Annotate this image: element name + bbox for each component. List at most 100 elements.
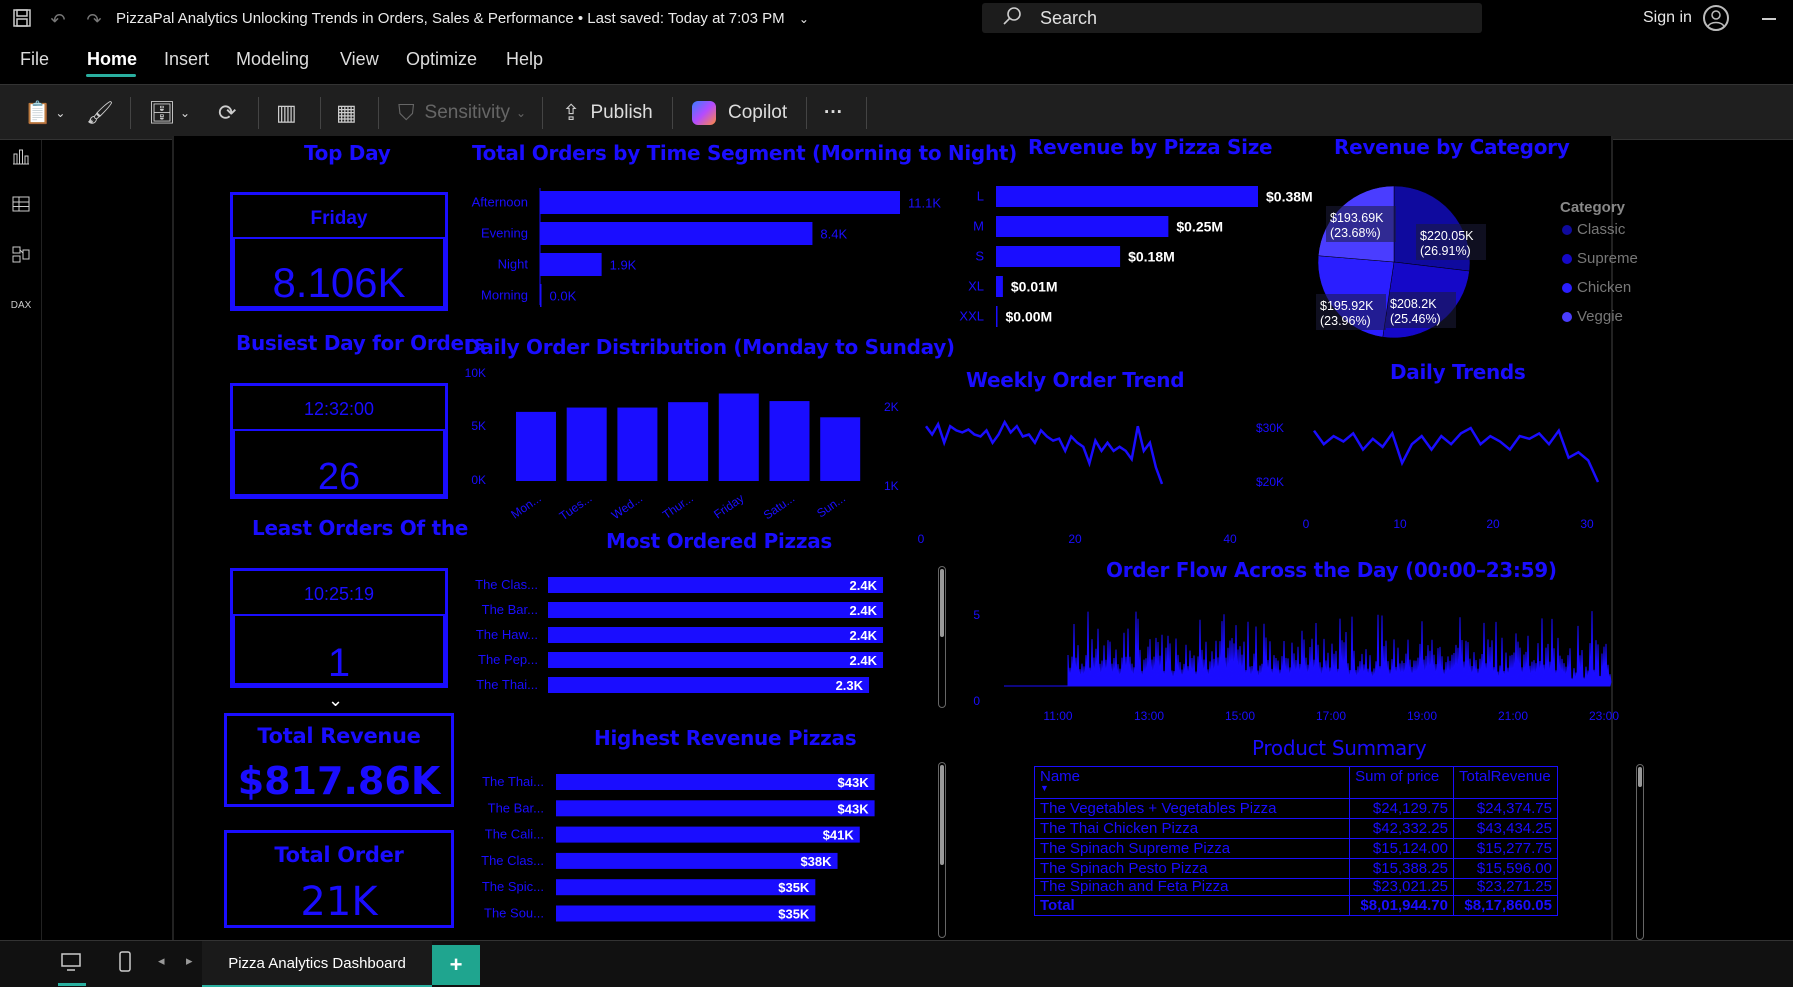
legend-label: Supreme [1577,250,1638,267]
chevron-down-icon[interactable]: ⌄ [799,12,809,26]
more-options-button[interactable]: ··· [824,99,843,127]
menu-home[interactable]: Home [87,49,137,70]
page-tab-pizza-analytics[interactable]: Pizza Analytics Dashboard [202,941,432,987]
table-row[interactable]: The Spinach and Feta Pizza $23,021.25 $23,… [1033,878,1558,896]
refresh-button[interactable]: ⟳ [218,99,236,127]
most-ordered-scrollbar[interactable] [938,566,946,708]
copilot-button[interactable]: Copilot [692,99,787,127]
redo-icon[interactable]: ↷ [82,8,106,32]
legend-item-classic[interactable]: Classic [1562,221,1625,238]
scroll-left-icon[interactable]: ◂ [158,953,165,969]
minimize-button[interactable] [1762,18,1776,20]
busiest-value: 26 [317,456,361,498]
calculator-icon: ▦ [336,100,357,125]
shield-icon: ⛉ [398,100,415,125]
format-painter-button[interactable]: 🖌 [86,99,114,127]
publish-button[interactable]: ⇪ Publish [562,99,653,127]
table-row[interactable]: The Vegetables + Vegetables Pizza $24,129… [1033,798,1558,819]
menu-help[interactable]: Help [506,49,543,70]
get-data-button[interactable]: 🗄 ⌄ [148,99,190,127]
legend-label: Veggie [1577,308,1623,325]
cell-name: The Spinach and Feta Pizza [1033,878,1351,896]
scrollbar-thumb[interactable] [1638,767,1642,787]
avatar-icon[interactable] [1703,5,1729,31]
clipboard-icon: 📋 [24,100,52,125]
least-orders-card[interactable]: 10:25:19 1 [230,568,448,688]
menu-view[interactable]: View [340,49,379,70]
cell-total-revenue: $8,17,860.05 [1453,895,1558,916]
total-order-title: Total Order [274,843,404,867]
model-view-icon[interactable] [5,242,37,274]
sign-in-link[interactable]: Sign in [1643,9,1692,27]
desktop-layout-icon[interactable] [60,951,82,979]
copilot-icon [692,101,716,125]
scroll-down-chevron-icon[interactable]: ⌄ [328,690,343,711]
daily-dist-title: Daily Order Distribution (Monday to Sund… [464,335,955,359]
busiest-day-card[interactable]: 12:32:00 26 [230,383,448,499]
cell-total-revenue: $23,271.25 [1453,878,1558,896]
scrollbar-thumb[interactable] [940,569,944,637]
refresh-icon: ⟳ [218,100,237,125]
add-page-button[interactable]: + [432,945,480,985]
order-flow-title: Order Flow Across the Day (00:00–23:59) [1106,558,1557,582]
product-summary-scrollbar[interactable] [1636,764,1644,940]
chevron-down-icon: ⌄ [516,106,527,120]
legend-label: Classic [1577,221,1626,238]
report-view-icon[interactable] [5,144,37,176]
database-icon: 🗄 [148,100,176,125]
table-row[interactable]: The Thai Chicken Pizza $42,332.25 $43,434.… [1033,818,1558,839]
column-header-total-revenue[interactable]: TotalRevenue [1453,766,1558,799]
total-order-card[interactable]: Total Order 21K [224,830,454,928]
search-box[interactable]: Search [982,3,1482,33]
highest-revenue-scrollbar[interactable] [938,762,946,938]
mobile-layout-icon[interactable] [118,951,132,979]
paste-button[interactable]: 📋 ⌄ [24,99,65,127]
table-total-row: Total $8,01,944.70 $8,17,860.05 [1033,895,1558,916]
cell-total-revenue: $43,434.25 [1453,818,1558,839]
legend-dot [1562,282,1572,293]
top-day-value: 8.106K [272,259,406,306]
page-tabs-bar: ◂ ▸ Pizza Analytics Dashboard + [0,940,1793,987]
scroll-right-icon[interactable]: ▸ [186,953,193,969]
cell-sum-price: $23,021.25 [1349,878,1454,896]
menu-file[interactable]: File [20,49,49,70]
save-icon[interactable] [10,8,34,32]
active-menu-indicator [86,74,136,77]
top-day-card[interactable]: Friday 8.106K [230,192,448,311]
document-title-text: PizzaPal Analytics Unlocking Trends in O… [116,10,785,27]
least-time: 10:25:19 [303,584,375,604]
new-visual-button[interactable]: ▥ [276,99,297,127]
legend-item-chicken[interactable]: Chicken [1562,279,1631,296]
total-revenue-card[interactable]: Total Revenue $817.86K [224,713,454,807]
search-placeholder: Search [1040,7,1098,28]
column-header-name[interactable]: Name ▼ [1033,766,1351,799]
category-title: Revenue by Category [1334,135,1570,159]
undo-icon[interactable]: ↶ [46,8,70,32]
product-summary-title: Product Summary [1252,736,1427,760]
chart-add-icon: ▥ [276,100,297,125]
document-title[interactable]: PizzaPal Analytics Unlocking Trends in O… [116,10,809,27]
table-view-icon[interactable] [5,192,37,224]
ribbon-separator [542,97,543,129]
title-bar: ↶ ↷ PizzaPal Analytics Unlocking Trends … [0,0,1793,40]
daily-trends-title: Daily Trends [1390,360,1526,384]
dax-query-icon[interactable]: DAX [5,290,37,322]
table-row[interactable]: The Spinach Pesto Pizza $15,388.25 $15,596… [1033,858,1558,879]
busiest-day-title: Busiest Day for Orders [236,331,485,355]
most-ordered-title: Most Ordered Pizzas [606,529,833,553]
scrollbar-thumb[interactable] [940,765,944,865]
calculator-button[interactable]: ▦ [336,99,357,127]
column-header-sum-price[interactable]: Sum of price [1349,766,1454,799]
sensitivity-button[interactable]: ⛉ Sensitivity ⌄ [398,99,526,127]
table-row[interactable]: The Spinach Supreme Pizza $15,124.00 $15,2… [1033,838,1558,859]
legend-item-supreme[interactable]: Supreme [1562,250,1638,267]
menu-optimize[interactable]: Optimize [406,49,477,70]
legend-dot [1562,224,1572,235]
total-revenue-value: $817.86K [237,759,441,803]
menu-insert[interactable]: Insert [164,49,209,70]
ribbon-separator [378,97,379,129]
menu-modeling[interactable]: Modeling [236,49,309,70]
legend-item-veggie[interactable]: Veggie [1562,308,1623,325]
product-summary-table[interactable]: Name ▼ Sum of price TotalRevenue The Vege… [1033,766,1558,916]
copilot-label: Copilot [728,102,788,123]
